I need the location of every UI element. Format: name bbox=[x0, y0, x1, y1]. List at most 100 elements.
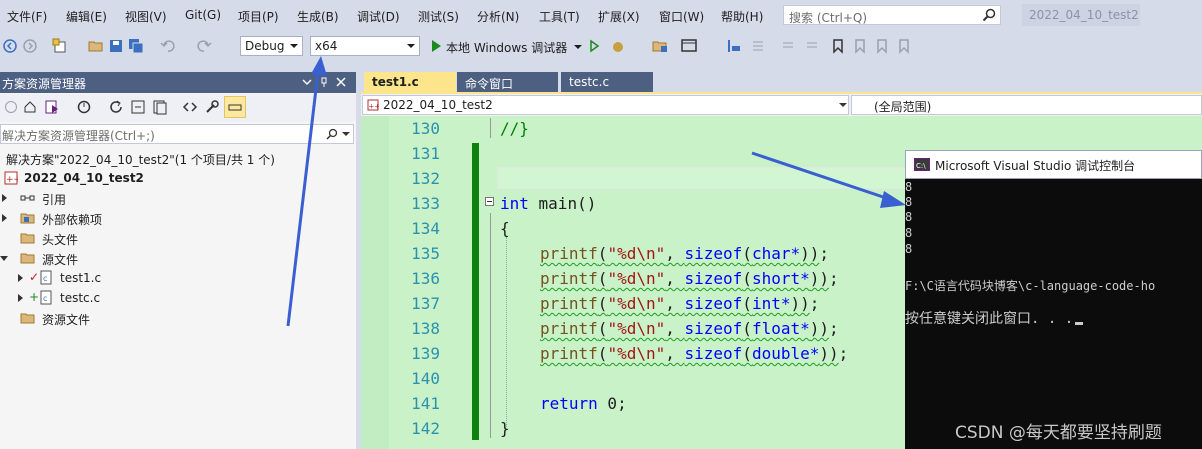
menu-debug[interactable]: 调试(D) bbox=[357, 8, 400, 25]
filter-folder-icon bbox=[20, 233, 35, 244]
search-input[interactable]: 搜索 (Ctrl+Q) bbox=[783, 5, 1001, 25]
new-project-icon[interactable] bbox=[52, 38, 68, 54]
keyword-token: sizeof bbox=[684, 244, 743, 263]
menu-analyze[interactable]: 分析(N) bbox=[477, 8, 519, 25]
console-title: Microsoft Visual Studio 调试控制台 bbox=[935, 159, 1136, 173]
string-token: "%d\n" bbox=[607, 269, 666, 288]
hot-reload-icon[interactable] bbox=[610, 38, 626, 54]
code-view-icon[interactable] bbox=[182, 99, 198, 115]
undo-icon[interactable] bbox=[160, 38, 176, 54]
console-prompt-text: 按任意键关闭此窗口. . . bbox=[905, 311, 1074, 327]
collapse-icon[interactable] bbox=[485, 197, 494, 206]
line-number: 135 bbox=[411, 244, 440, 263]
tab-testc-c[interactable]: testc.c bbox=[561, 72, 653, 93]
menu-test[interactable]: 测试(S) bbox=[418, 8, 459, 25]
menu-file[interactable]: 文件(F) bbox=[7, 8, 47, 25]
next-bookmark-icon[interactable] bbox=[874, 38, 890, 54]
window-layout-icon[interactable] bbox=[681, 38, 697, 54]
scope-nav-value: (全局范围) bbox=[874, 100, 932, 114]
preview-toggle-button[interactable] bbox=[224, 96, 246, 118]
expand-icon[interactable] bbox=[2, 194, 7, 202]
start-debug-button[interactable]: 本地 Windows 调试器 bbox=[446, 39, 567, 56]
tree-item-label: 源文件 bbox=[42, 253, 79, 267]
solution-explorer-header: 方案资源管理器 bbox=[0, 72, 356, 93]
code-line-printf: printf("%d\n", sizeof(double*)); bbox=[540, 344, 849, 363]
config-select[interactable]: Debug bbox=[240, 36, 303, 56]
tree-item-test1-c[interactable]: ✓ c test1.c bbox=[0, 268, 356, 288]
menu-window[interactable]: 窗口(W) bbox=[659, 8, 704, 25]
current-line-highlight bbox=[497, 167, 917, 189]
tab-test1-c[interactable]: test1.c bbox=[364, 72, 456, 93]
home-icon[interactable] bbox=[23, 100, 37, 114]
scope-nav-select[interactable]: (全局范围) bbox=[851, 95, 1202, 115]
collapse-all-icon[interactable] bbox=[130, 99, 146, 115]
browse-folder-icon[interactable] bbox=[652, 38, 668, 54]
uncomment-icon[interactable] bbox=[804, 38, 820, 54]
dropdown-icon[interactable] bbox=[302, 77, 312, 87]
redo-icon[interactable] bbox=[196, 38, 212, 54]
pending-changes-icon[interactable] bbox=[76, 99, 92, 115]
chevron-down-icon[interactable] bbox=[342, 132, 350, 136]
open-folder-icon[interactable] bbox=[88, 38, 104, 54]
tree-item-testc-c[interactable]: + c testc.c bbox=[0, 288, 356, 308]
menu-git[interactable]: Git(G) bbox=[185, 8, 221, 22]
debug-console-window[interactable] bbox=[905, 150, 1202, 449]
menu-project[interactable]: 项目(P) bbox=[238, 8, 279, 25]
menu-extensions[interactable]: 扩展(X) bbox=[598, 8, 640, 25]
line-number: 131 bbox=[411, 144, 440, 163]
menu-edit[interactable]: 编辑(E) bbox=[66, 8, 107, 25]
expand-icon[interactable] bbox=[18, 294, 23, 302]
bookmark-icon[interactable] bbox=[830, 38, 846, 54]
editor-nav-bar: ++ 2022_04_10_test2 (全局范围) bbox=[361, 94, 1202, 116]
wrench-icon[interactable] bbox=[204, 99, 220, 115]
back-icon[interactable] bbox=[4, 100, 18, 114]
tree-item-label: 引用 bbox=[42, 193, 67, 207]
tree-item-external-deps[interactable]: 外部依赖项 bbox=[0, 208, 356, 228]
search-placeholder: 搜索 (Ctrl+Q) bbox=[789, 11, 868, 25]
save-icon[interactable] bbox=[108, 38, 124, 54]
tree-item-resource-files[interactable]: 资源文件 bbox=[0, 308, 356, 328]
menu-tools[interactable]: 工具(T) bbox=[539, 8, 580, 25]
svg-text:++: ++ bbox=[369, 103, 380, 111]
clear-bookmarks-icon[interactable] bbox=[896, 38, 912, 54]
tree-item-header-files[interactable]: 头文件 bbox=[0, 228, 356, 248]
type-token: char* bbox=[751, 244, 801, 263]
solution-search-input[interactable]: 解决方案资源管理器(Ctrl+;) bbox=[0, 124, 354, 144]
project-nav-select[interactable]: ++ 2022_04_10_test2 bbox=[362, 95, 849, 115]
tree-item-project[interactable]: ++ 2022_04_10_test2 bbox=[0, 168, 356, 188]
format-icon[interactable] bbox=[750, 38, 766, 54]
forward-icon[interactable] bbox=[22, 38, 38, 54]
svg-text:c: c bbox=[43, 294, 47, 303]
collapse-icon[interactable] bbox=[0, 256, 8, 261]
play-icon[interactable] bbox=[428, 38, 444, 54]
chevron-down-icon bbox=[290, 44, 298, 48]
close-icon[interactable] bbox=[336, 77, 346, 87]
menu-help[interactable]: 帮助(H) bbox=[721, 8, 763, 25]
prev-bookmark-icon[interactable] bbox=[852, 38, 868, 54]
expand-icon[interactable] bbox=[18, 274, 23, 282]
save-all-icon[interactable] bbox=[128, 38, 144, 54]
back-icon[interactable] bbox=[2, 38, 18, 54]
tree-item-references[interactable]: 引用 bbox=[0, 188, 356, 208]
platform-select[interactable]: x64 bbox=[310, 36, 420, 56]
chevron-down-icon[interactable] bbox=[574, 45, 582, 49]
pin-icon[interactable] bbox=[319, 77, 329, 87]
expand-icon[interactable] bbox=[2, 214, 7, 222]
tree-item-source-files[interactable]: 源文件 bbox=[0, 248, 356, 268]
menu-view[interactable]: 视图(V) bbox=[125, 8, 167, 25]
svg-text:C:\: C:\ bbox=[916, 162, 926, 170]
tree-item-solution[interactable]: 解决方案"2022_04_10_test2"(1 个项目/共 1 个) bbox=[0, 148, 356, 168]
step-icon[interactable] bbox=[726, 38, 742, 54]
show-all-files-icon[interactable] bbox=[152, 99, 168, 115]
solution-name-badge[interactable]: 2022_04_10_test2 bbox=[1022, 4, 1140, 26]
tab-command-window[interactable]: 命令窗口 bbox=[457, 72, 558, 93]
switch-views-icon[interactable] bbox=[44, 99, 60, 115]
search-icon[interactable] bbox=[326, 128, 338, 140]
start-without-debug-icon[interactable] bbox=[586, 38, 602, 54]
tab-label: 命令窗口 bbox=[465, 77, 514, 91]
refresh-icon[interactable] bbox=[108, 99, 124, 115]
menu-build[interactable]: 生成(B) bbox=[297, 8, 339, 25]
references-icon bbox=[20, 195, 35, 201]
console-title-bar[interactable]: C:\ Microsoft Visual Studio 调试控制台 bbox=[905, 150, 1202, 179]
comment-icon[interactable] bbox=[780, 38, 796, 54]
